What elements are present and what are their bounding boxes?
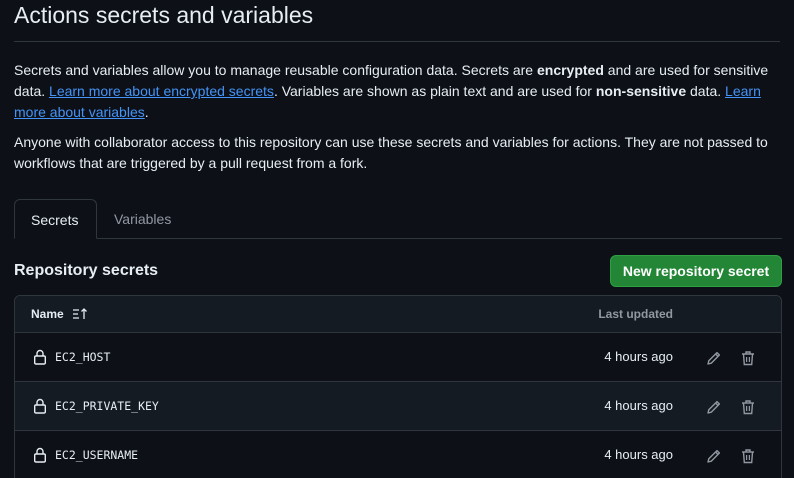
table-row: EC2_HOST 4 hours ago: [15, 333, 781, 382]
title-divider: [14, 41, 780, 42]
secret-updated: 4 hours ago: [604, 398, 673, 413]
pencil-icon[interactable]: [705, 398, 723, 416]
sort-ascending-icon[interactable]: [72, 307, 88, 321]
tab-bar: Secrets Variables: [14, 199, 782, 239]
trash-icon[interactable]: [739, 398, 757, 416]
lock-icon: [33, 447, 47, 463]
secret-updated: 4 hours ago: [604, 447, 673, 462]
tab-secrets[interactable]: Secrets: [14, 199, 97, 239]
desc-text: .: [144, 104, 149, 120]
lock-icon: [33, 349, 47, 365]
secret-name: EC2_USERNAME: [55, 448, 139, 462]
table-row: EC2_PRIVATE_KEY 4 hours ago: [15, 382, 781, 431]
secret-name: EC2_HOST: [55, 350, 111, 364]
last-updated-column-header: Last updated: [598, 307, 673, 321]
secret-updated: 4 hours ago: [604, 349, 673, 364]
page-title: Actions secrets and variables: [14, 2, 314, 28]
desc-text: Secrets and variables allow you to manag…: [14, 62, 537, 78]
trash-icon[interactable]: [739, 349, 757, 367]
table-row: EC2_USERNAME 4 hours ago: [15, 431, 781, 478]
desc-text: data.: [686, 83, 726, 99]
desc-text: . Variables are shown as plain text and …: [273, 83, 596, 99]
repository-secrets-heading: Repository secrets: [14, 262, 159, 279]
pencil-icon[interactable]: [705, 349, 723, 367]
desc-bold-encrypted: encrypted: [536, 62, 604, 78]
new-repository-secret-button[interactable]: New repository secret: [610, 255, 782, 287]
tab-variables[interactable]: Variables: [98, 199, 187, 239]
pencil-icon[interactable]: [705, 447, 723, 465]
table-header: Name Last updated: [15, 296, 781, 333]
name-column-header[interactable]: Name: [31, 296, 88, 332]
lock-icon: [33, 398, 47, 414]
description-paragraph-1: Secrets and variables allow you to manag…: [14, 60, 784, 123]
desc-bold-non-sensitive: non-sensitive: [595, 83, 687, 99]
secrets-table: Name Last updated EC2_HOST 4 hours ago E…: [14, 295, 782, 478]
description-paragraph-2: Anyone with collaborator access to this …: [14, 134, 768, 171]
trash-icon[interactable]: [739, 447, 757, 465]
encrypted-secrets-link[interactable]: Learn more about encrypted secrets: [49, 83, 274, 99]
secrets-page: Actions secrets and variables Secrets an…: [0, 0, 794, 478]
secret-name: EC2_PRIVATE_KEY: [55, 399, 159, 413]
name-column-label: Name: [31, 307, 64, 321]
